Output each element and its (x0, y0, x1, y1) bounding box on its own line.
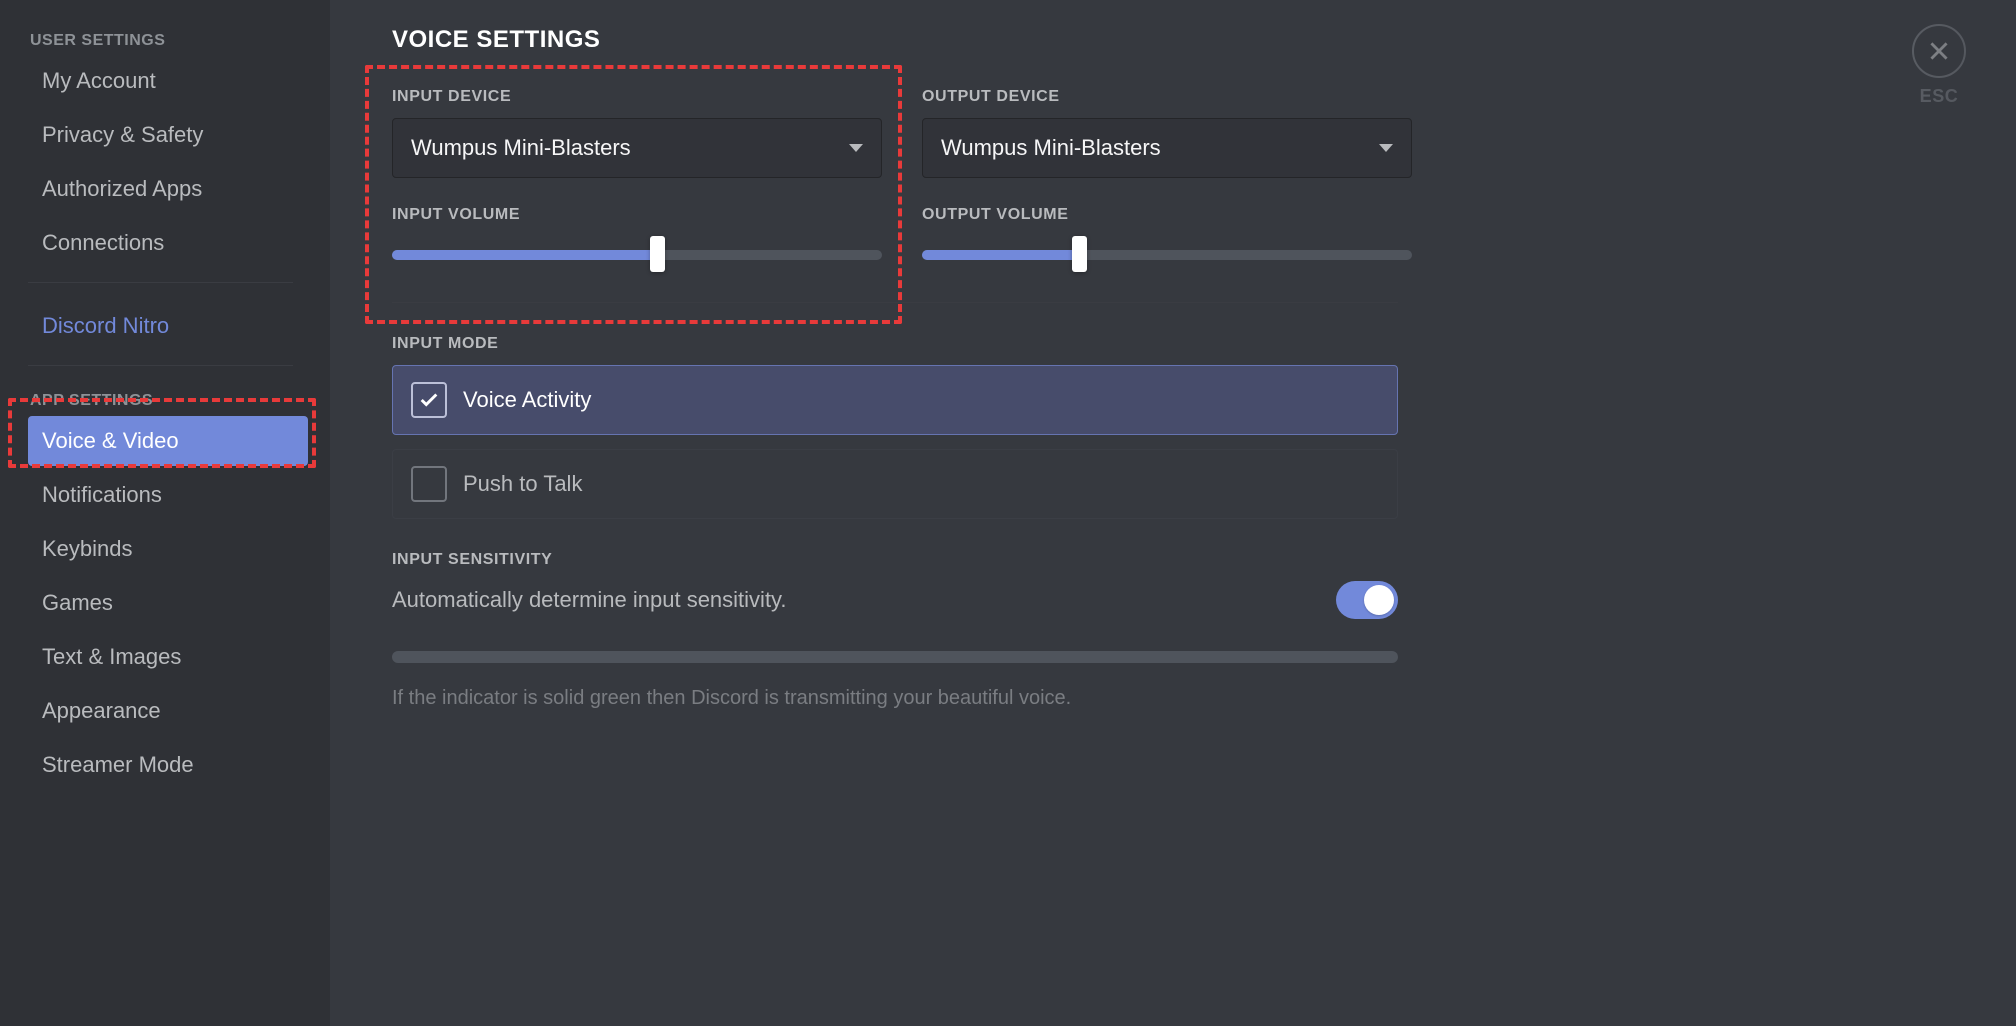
sidebar-item-text-images[interactable]: Text & Images (28, 632, 308, 682)
input-sensitivity-label: Input Sensitivity (392, 551, 1976, 569)
content-divider (392, 302, 1398, 303)
output-device-select[interactable]: Wumpus Mini-Blasters (922, 118, 1412, 178)
toggle-knob (1364, 585, 1394, 615)
sidebar-divider (28, 365, 293, 366)
sidebar-item-privacy-safety[interactable]: Privacy & Safety (28, 110, 308, 160)
input-column: Input Device Wumpus Mini-Blasters Input … (392, 88, 882, 272)
esc-label: ESC (1920, 86, 1959, 107)
sidebar-item-keybinds[interactable]: Keybinds (28, 524, 308, 574)
input-device-select[interactable]: Wumpus Mini-Blasters (392, 118, 882, 178)
checkbox-empty-icon (411, 466, 447, 502)
sidebar-item-discord-nitro[interactable]: Discord Nitro (28, 301, 308, 351)
sidebar-section-user: User Settings (28, 24, 318, 56)
output-volume-label: Output Volume (922, 206, 1412, 224)
checkbox-icon (411, 382, 447, 418)
sidebar-item-streamer-mode[interactable]: Streamer Mode (28, 740, 308, 790)
chevron-down-icon (849, 144, 863, 152)
input-volume-slider[interactable] (392, 236, 882, 272)
sidebar-item-my-account[interactable]: My Account (28, 56, 308, 106)
input-device-value: Wumpus Mini-Blasters (411, 135, 631, 161)
output-volume-slider[interactable] (922, 236, 1412, 272)
input-sensitivity-desc: Automatically determine input sensitivit… (392, 587, 787, 613)
page-title: Voice Settings (392, 26, 1976, 54)
sidebar-section-app: App Settings (28, 384, 318, 416)
input-mode-push-to-talk[interactable]: Push to Talk (392, 449, 1398, 519)
sensitivity-indicator (392, 651, 1398, 663)
sidebar-divider (28, 282, 293, 283)
sidebar-item-games[interactable]: Games (28, 578, 308, 628)
output-device-value: Wumpus Mini-Blasters (941, 135, 1161, 161)
close-icon (1926, 38, 1952, 64)
slider-thumb[interactable] (1072, 236, 1087, 272)
voice-activity-label: Voice Activity (463, 387, 591, 413)
push-to-talk-label: Push to Talk (463, 471, 582, 497)
sidebar-item-notifications[interactable]: Notifications (28, 470, 308, 520)
settings-content: Voice Settings Input Device Wumpus Mini-… (330, 0, 2016, 1026)
output-device-label: Output Device (922, 88, 1412, 106)
input-device-label: Input Device (392, 88, 882, 106)
sidebar-item-connections[interactable]: Connections (28, 218, 308, 268)
input-mode-label: Input Mode (392, 335, 1976, 353)
output-column: Output Device Wumpus Mini-Blasters Outpu… (922, 88, 1412, 272)
settings-sidebar: User Settings My Account Privacy & Safet… (0, 0, 330, 1026)
sensitivity-helper-text: If the indicator is solid green then Dis… (392, 687, 1976, 710)
slider-fill (922, 250, 1079, 260)
auto-sensitivity-toggle[interactable] (1336, 581, 1398, 619)
slider-thumb[interactable] (650, 236, 665, 272)
input-mode-voice-activity[interactable]: Voice Activity (392, 365, 1398, 435)
sidebar-item-voice-video[interactable]: Voice & Video (28, 416, 308, 466)
close-button[interactable] (1912, 24, 1966, 78)
chevron-down-icon (1379, 144, 1393, 152)
slider-fill (392, 250, 657, 260)
sidebar-item-appearance[interactable]: Appearance (28, 686, 308, 736)
sidebar-item-authorized-apps[interactable]: Authorized Apps (28, 164, 308, 214)
input-volume-label: Input Volume (392, 206, 882, 224)
